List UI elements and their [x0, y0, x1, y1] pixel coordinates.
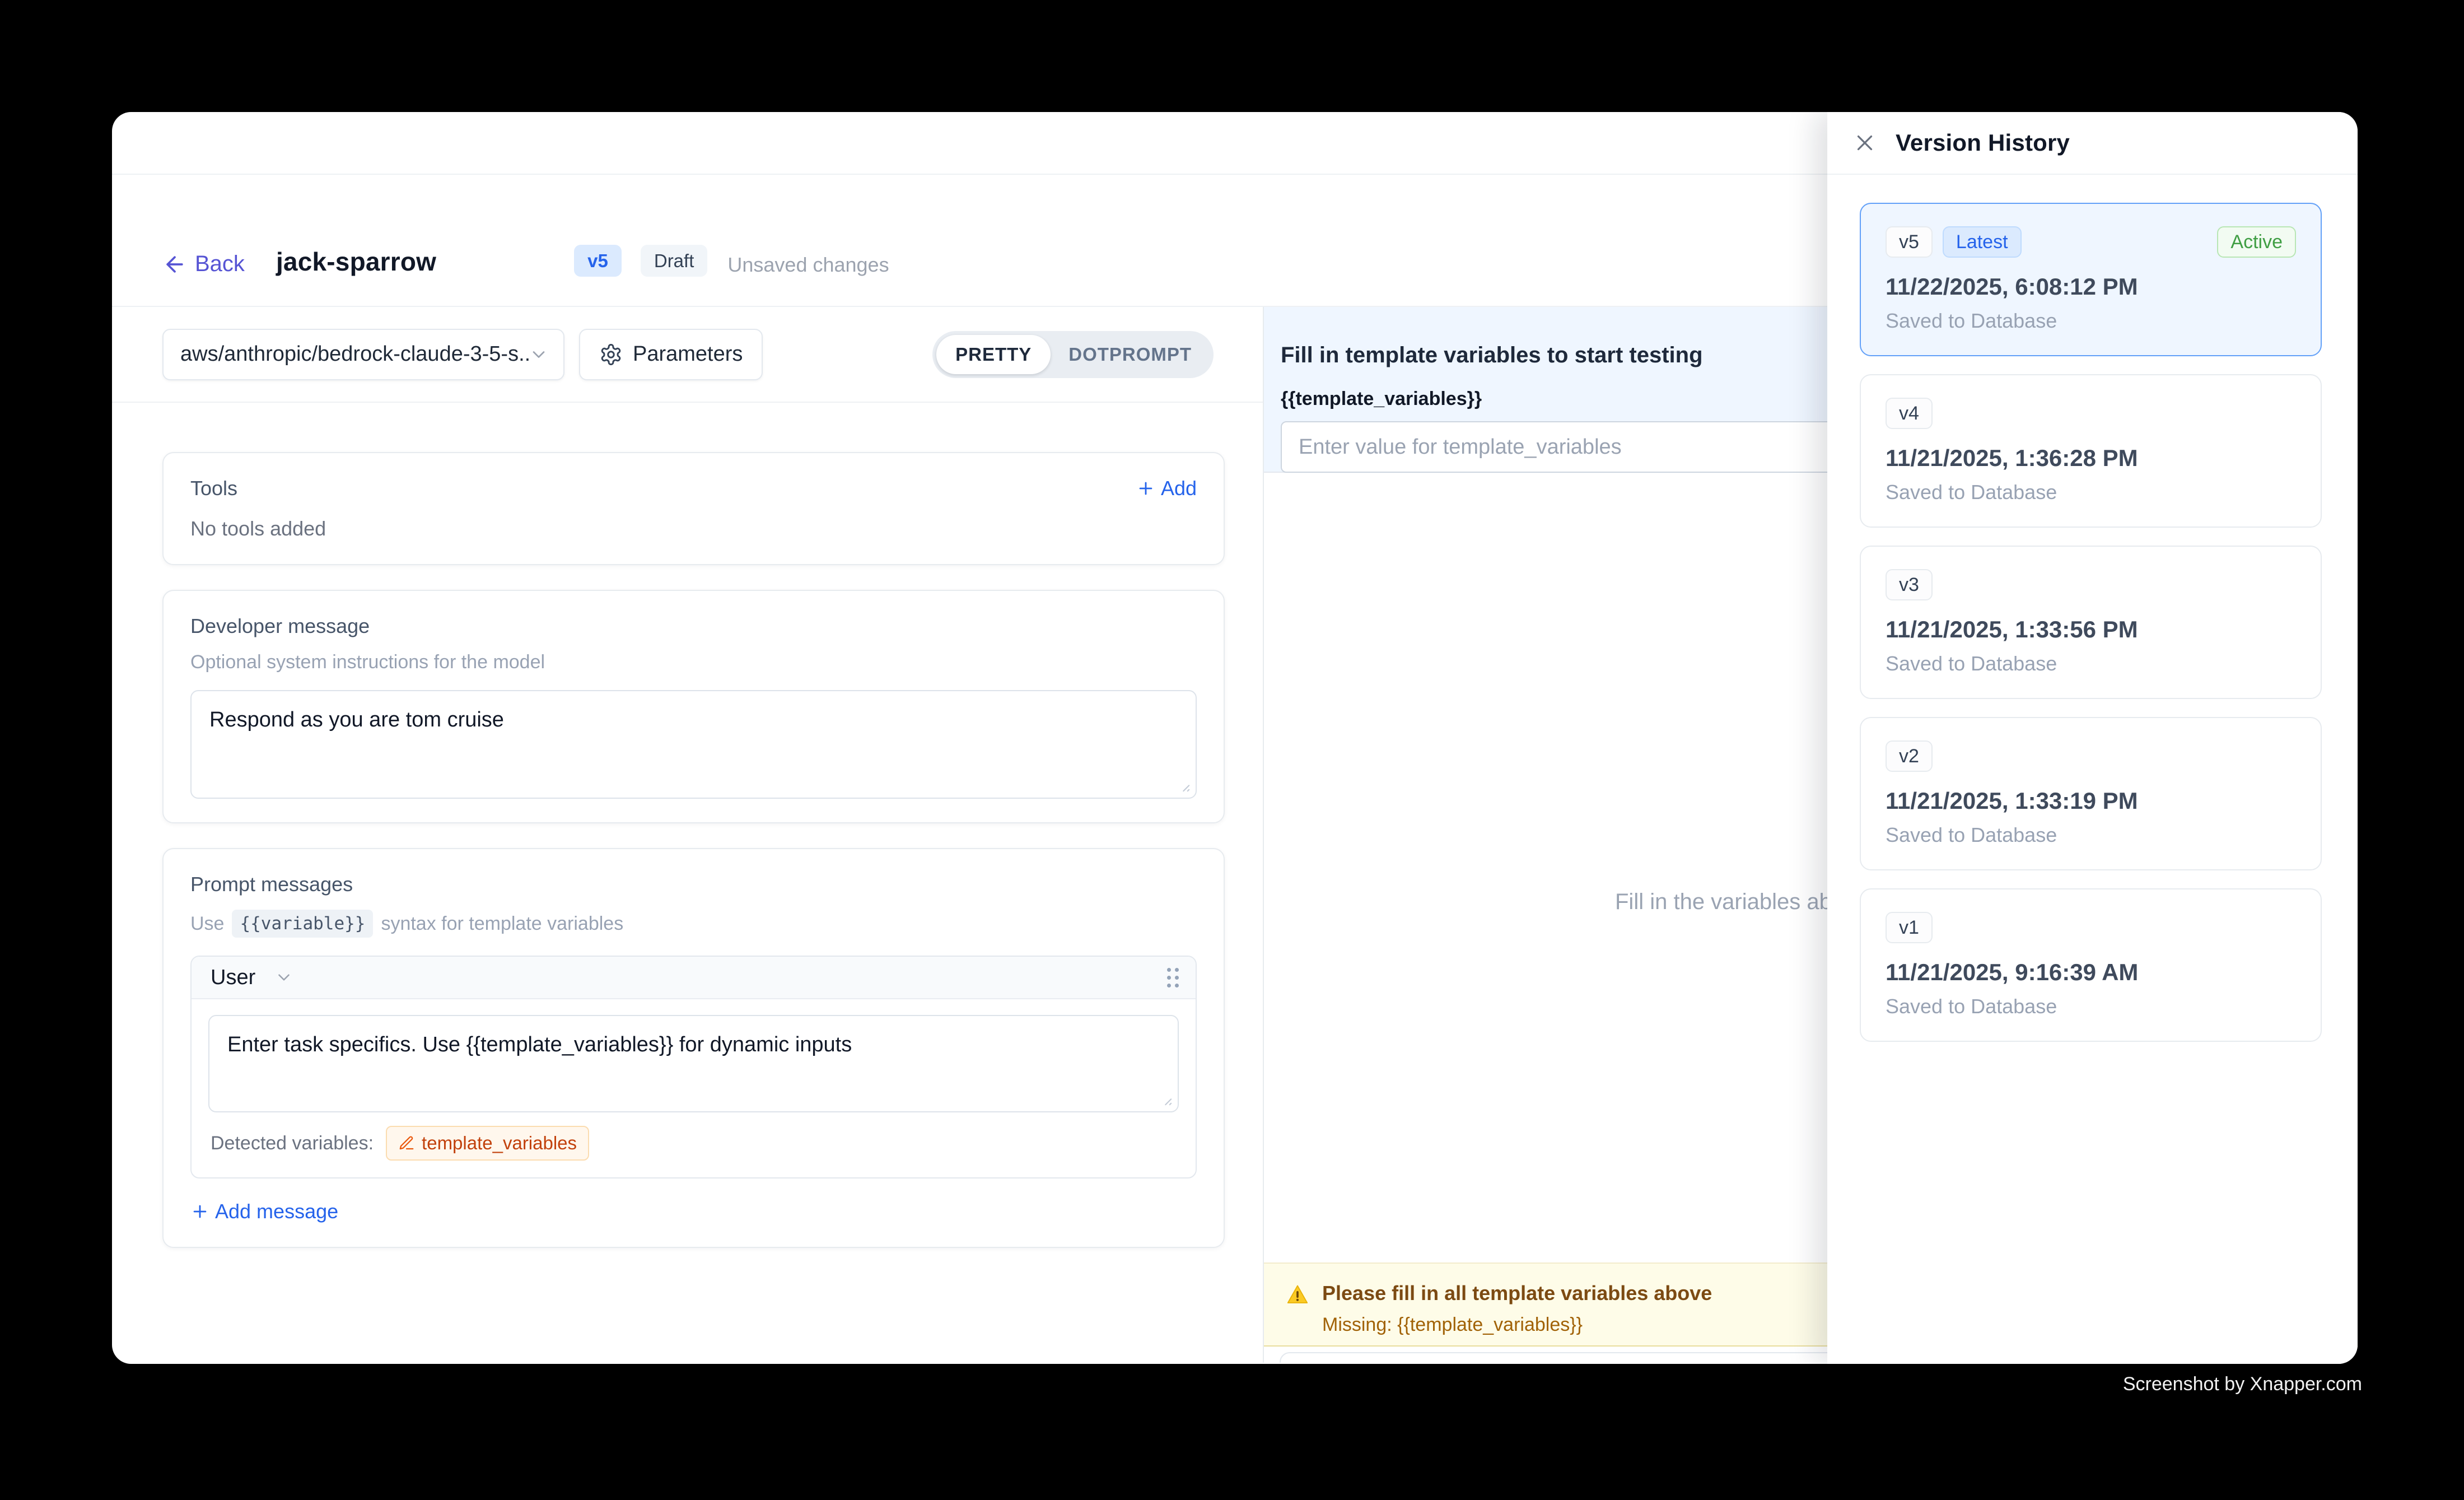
developer-message-subtitle: Optional system instructions for the mod…	[190, 651, 1197, 673]
detected-variables-label: Detected variables:	[211, 1133, 374, 1154]
editor-column: aws/anthropic/bedrock-claude-3-5-s... Pa…	[112, 307, 1264, 1363]
version-history-panel: Version History v5 Latest Active 11/22/2…	[1827, 112, 2358, 1364]
template-variable-name: template_variables	[422, 1133, 577, 1154]
version-history-header: Version History	[1827, 112, 2358, 175]
back-button[interactable]: Back	[162, 251, 245, 277]
version-card-v1[interactable]: v1 11/21/2025, 9:16:39 AM Saved to Datab…	[1860, 888, 2322, 1042]
screenshot-canvas: Back jack-sparrow v5 Draft Unsaved chang…	[0, 0, 2464, 1500]
resize-grip-icon[interactable]	[1174, 776, 1191, 793]
variable-syntax-chip: {{variable}}	[232, 910, 373, 938]
add-tool-button[interactable]: Add	[1136, 477, 1197, 500]
arrow-left-icon	[162, 252, 187, 277]
role-select[interactable]: User	[211, 966, 293, 990]
version-list: v5 Latest Active 11/22/2025, 6:08:12 PM …	[1827, 175, 2358, 1060]
toggle-pretty[interactable]: PRETTY	[936, 335, 1051, 374]
warning-missing: Missing: {{template_variables}}	[1322, 1314, 1712, 1336]
model-select-value: aws/anthropic/bedrock-claude-3-5-s...	[180, 342, 529, 366]
model-select[interactable]: aws/anthropic/bedrock-claude-3-5-s...	[162, 329, 564, 380]
add-tool-label: Add	[1161, 477, 1197, 500]
prompt-messages-card: Prompt messages Use {{variable}} syntax …	[162, 848, 1225, 1248]
template-variable-chip[interactable]: template_variables	[386, 1126, 589, 1161]
version-badge: v5	[574, 245, 622, 277]
tools-title: Tools	[190, 477, 237, 500]
add-message-label: Add message	[215, 1200, 338, 1223]
latest-badge: Latest	[1943, 226, 2022, 258]
syntax-hint: Use {{variable}} syntax for template var…	[190, 910, 1197, 938]
parameters-button[interactable]: Parameters	[579, 329, 763, 380]
version-saved-label: Saved to Database	[1886, 481, 2296, 504]
user-message-textarea[interactable]: Enter task specifics. Use {{template_var…	[208, 1015, 1179, 1112]
version-number-badge: v3	[1886, 569, 1933, 600]
prompt-messages-title: Prompt messages	[190, 873, 1197, 896]
view-mode-toggle: PRETTY DOTPROMPT	[932, 331, 1214, 378]
editor-toolbar: aws/anthropic/bedrock-claude-3-5-s... Pa…	[112, 307, 1263, 403]
version-timestamp: 11/21/2025, 9:16:39 AM	[1886, 959, 2296, 986]
watermark-text: Screenshot by Xnapper.com	[2123, 1373, 2362, 1395]
version-saved-label: Saved to Database	[1886, 995, 2296, 1018]
version-number-badge: v5	[1886, 226, 1933, 258]
drag-handle[interactable]	[1167, 968, 1179, 987]
version-card-v3[interactable]: v3 11/21/2025, 1:33:56 PM Saved to Datab…	[1860, 546, 2322, 699]
back-label: Back	[195, 251, 245, 277]
message-header: User	[192, 957, 1196, 999]
chevron-down-icon	[274, 968, 293, 987]
toggle-dotprompt[interactable]: DOTPROMPT	[1051, 335, 1210, 374]
close-icon[interactable]	[1852, 130, 1878, 156]
syntax-prefix: Use	[190, 913, 224, 935]
app-window: Back jack-sparrow v5 Draft Unsaved chang…	[112, 112, 2358, 1364]
message-block: User Enter task specifics. Use {{templat…	[190, 956, 1197, 1178]
version-number-badge: v4	[1886, 398, 1933, 429]
version-timestamp: 11/21/2025, 1:33:56 PM	[1886, 616, 2296, 643]
warning-icon	[1285, 1283, 1310, 1307]
version-timestamp: 11/21/2025, 1:36:28 PM	[1886, 445, 2296, 472]
developer-message-title: Developer message	[190, 614, 1197, 638]
gear-icon	[599, 343, 623, 366]
unsaved-changes-label: Unsaved changes	[727, 253, 889, 277]
version-card-v5[interactable]: v5 Latest Active 11/22/2025, 6:08:12 PM …	[1860, 203, 2322, 356]
syntax-suffix: syntax for template variables	[381, 913, 623, 935]
message-body: Enter task specifics. Use {{template_var…	[192, 999, 1196, 1117]
role-value: User	[211, 966, 255, 990]
developer-message-textarea[interactable]: Respond as you are tom cruise	[190, 690, 1197, 799]
draft-badge: Draft	[641, 245, 708, 277]
add-message-button[interactable]: Add message	[190, 1200, 1197, 1223]
tools-card: Tools Add No tools added	[162, 452, 1225, 565]
editor-cards: Tools Add No tools added Developer messa…	[112, 403, 1263, 1273]
header-badges: v5 Draft	[574, 245, 707, 277]
version-timestamp: 11/21/2025, 1:33:19 PM	[1886, 788, 2296, 814]
page-title: jack-sparrow	[276, 246, 436, 277]
parameters-label: Parameters	[633, 342, 743, 366]
plus-icon	[190, 1202, 209, 1221]
pencil-icon	[398, 1135, 415, 1152]
detected-variables-row: Detected variables: template_variables	[192, 1117, 1196, 1177]
chevron-down-icon	[529, 344, 549, 365]
version-card-v4[interactable]: v4 11/21/2025, 1:36:28 PM Saved to Datab…	[1860, 374, 2322, 528]
user-message-value: Enter task specifics. Use {{template_var…	[227, 1033, 852, 1056]
version-timestamp: 11/22/2025, 6:08:12 PM	[1886, 273, 2296, 300]
version-history-title: Version History	[1896, 129, 2070, 156]
version-saved-label: Saved to Database	[1886, 309, 2296, 333]
version-card-v2[interactable]: v2 11/21/2025, 1:33:19 PM Saved to Datab…	[1860, 717, 2322, 870]
version-number-badge: v1	[1886, 912, 1933, 943]
version-saved-label: Saved to Database	[1886, 823, 2296, 847]
resize-grip-icon[interactable]	[1156, 1090, 1173, 1107]
version-number-badge: v2	[1886, 740, 1933, 772]
developer-message-value: Respond as you are tom cruise	[209, 708, 504, 732]
plus-icon	[1136, 479, 1155, 498]
active-badge: Active	[2217, 226, 2296, 258]
warning-title: Please fill in all template variables ab…	[1322, 1282, 1712, 1305]
no-tools-text: No tools added	[190, 517, 1197, 541]
version-saved-label: Saved to Database	[1886, 652, 2296, 676]
developer-message-card: Developer message Optional system instru…	[162, 590, 1225, 823]
